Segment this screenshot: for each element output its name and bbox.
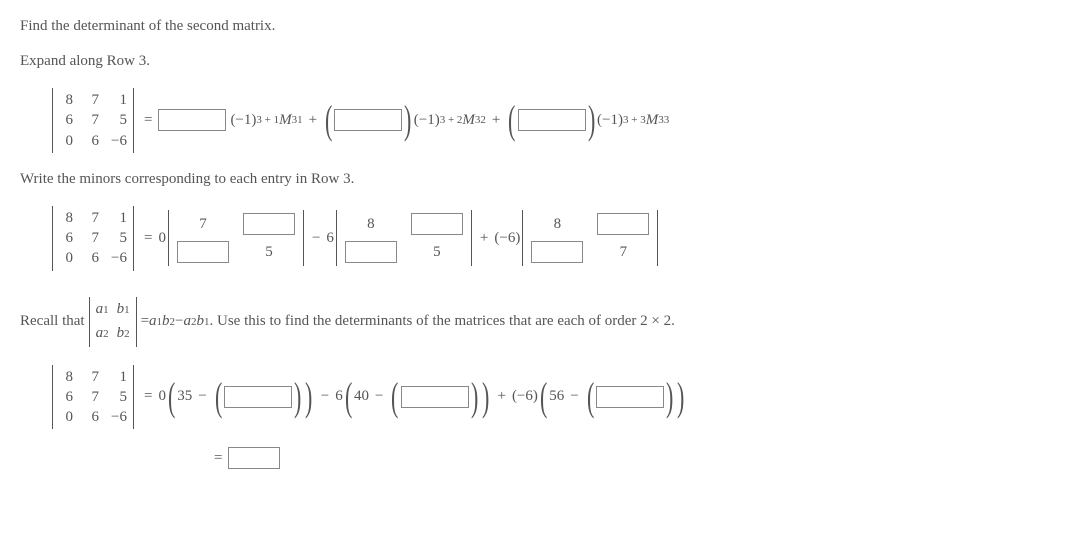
final-equals: = [214, 450, 222, 467]
exp-2: 3 + 2 [440, 114, 463, 126]
det-3x3-b: 860 776 1 5−6 [52, 206, 134, 271]
instruction-title: Find the determinant of the second matri… [20, 18, 1068, 35]
minor-1: 7 5 [168, 210, 304, 266]
recall-eq: = [141, 313, 149, 330]
minus-c1: − [321, 388, 329, 405]
expansion-row: 860 776 1 5−6 = (−1)3 + 1M31 + ( ) (−1)3… [48, 88, 1068, 153]
blank-coeff-2[interactable] [334, 109, 402, 131]
equals-sign-3: = [144, 388, 152, 405]
blank-calc-0[interactable] [224, 386, 292, 408]
det-3x3-c: 860 776 1 5−6 [52, 365, 134, 430]
equals-sign: = [144, 112, 152, 129]
v0: 35 [177, 388, 192, 405]
final-row: = [208, 447, 1068, 469]
plus-2: + [492, 112, 500, 129]
M-1: M [279, 112, 292, 129]
neg1-1: (−1) [230, 112, 256, 129]
m2-tl: 8 [345, 213, 397, 235]
recall-det: a1 b1 a2 b2 [89, 297, 137, 347]
Msub-3: 33 [658, 114, 669, 126]
m1-tr-blank[interactable] [243, 213, 295, 235]
plus-1: + [309, 112, 317, 129]
exp-3: 3 + 3 [623, 114, 646, 126]
c0: 0 [158, 388, 166, 405]
calc-row: 860 776 1 5−6 = 0 ( 35 − ( ) ) − 6 ( 40 … [48, 365, 1068, 430]
blank-coeff-3[interactable] [518, 109, 586, 131]
minor-2: 8 5 [336, 210, 472, 266]
m3-tl: 8 [531, 213, 583, 235]
m2-br: 5 [411, 241, 463, 263]
blank-calc-1[interactable] [401, 386, 469, 408]
m3-tr-blank[interactable] [597, 213, 649, 235]
minus2: − [570, 388, 578, 405]
coeff-neg6: (−6) [494, 230, 520, 247]
step-minors: Write the minors corresponding to each e… [20, 171, 1068, 188]
recall-expr: a1b2 − a2b1 [149, 313, 209, 330]
coeff-6: 6 [326, 230, 334, 247]
exp-1: 3 + 1 [256, 114, 279, 126]
m3-br: 7 [597, 241, 649, 263]
minus-m: − [312, 230, 320, 247]
M-2: M [462, 112, 475, 129]
c1: 6 [335, 388, 343, 405]
m1-bl-blank[interactable] [177, 241, 229, 263]
m2-bl-blank[interactable] [345, 241, 397, 263]
minors-row: 860 776 1 5−6 = 0 7 5 − 6 8 5 + (−6 [48, 206, 1068, 271]
m2-tr-blank[interactable] [411, 213, 463, 235]
minus0: − [198, 388, 206, 405]
blank-calc-2[interactable] [596, 386, 664, 408]
neg1-2: (−1) [414, 112, 440, 129]
det-3x3-a: 860 776 1 5−6 [52, 88, 134, 153]
Msub-1: 31 [292, 114, 303, 126]
c2: (−6) [512, 388, 538, 405]
v1: 40 [354, 388, 369, 405]
recall-pre: Recall that [20, 313, 85, 330]
M-3: M [646, 112, 659, 129]
plus-c2: + [497, 388, 505, 405]
blank-final[interactable] [228, 447, 280, 469]
m1-tl: 7 [177, 213, 229, 235]
step-expand: Expand along Row 3. [20, 53, 1068, 70]
minor-3: 8 7 [522, 210, 658, 266]
recall-row: Recall that a1 b1 a2 b2 = a1b2 − a2b1 . … [20, 297, 1068, 347]
plus-m: + [480, 230, 488, 247]
recall-post: . Use this to find the determinants of t… [210, 313, 675, 330]
v2: 56 [549, 388, 564, 405]
equals-sign-2: = [144, 230, 152, 247]
neg1-3: (−1) [597, 112, 623, 129]
Msub-2: 32 [475, 114, 486, 126]
blank-coeff-1[interactable] [158, 109, 226, 131]
m1-br: 5 [243, 241, 295, 263]
minus1: − [375, 388, 383, 405]
coeff-0: 0 [158, 230, 166, 247]
m3-bl-blank[interactable] [531, 241, 583, 263]
